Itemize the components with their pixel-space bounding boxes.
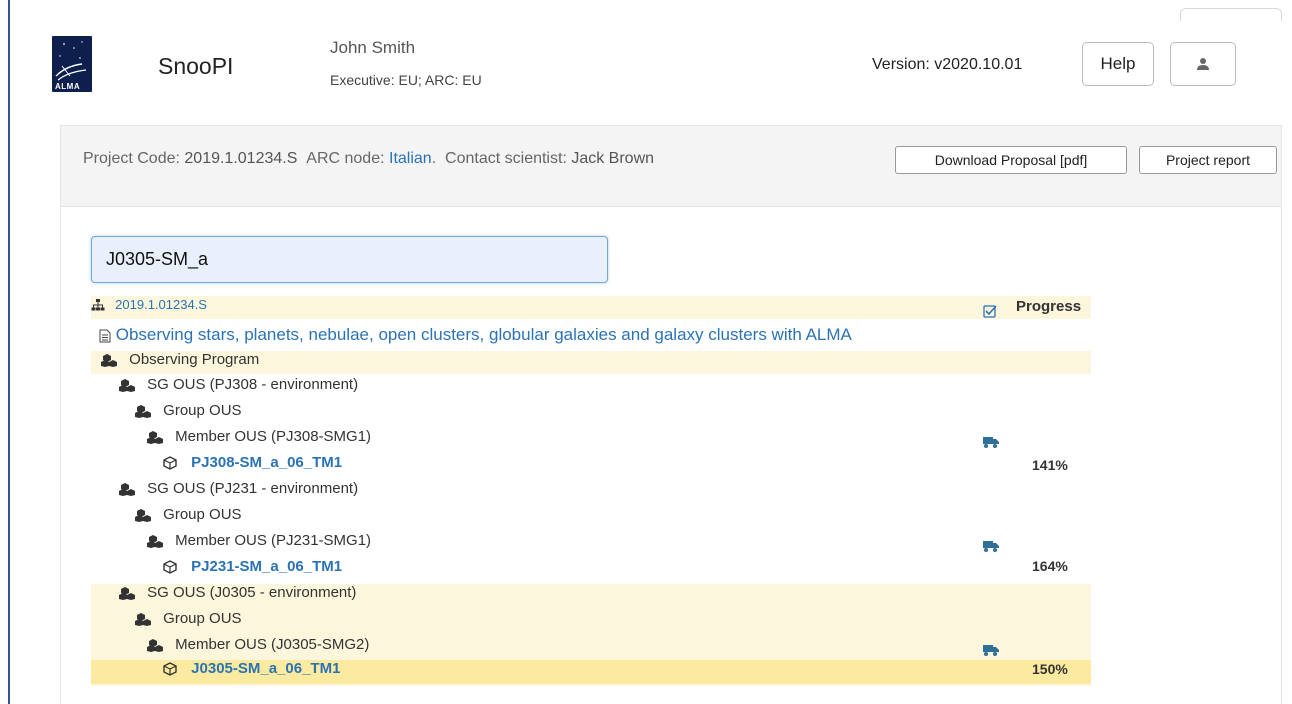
project-code-link[interactable]: 2019.1.01234.S	[115, 297, 207, 312]
cube-icon	[163, 662, 177, 676]
sg-ous-label: SG OUS (PJ231 - environment)	[147, 480, 359, 497]
member-ous-label: Member OUS (J0305-SMG2)	[175, 636, 370, 653]
help-button[interactable]: Help	[1082, 42, 1154, 86]
progress-value: 150%	[1032, 661, 1068, 677]
truck-icon	[983, 437, 999, 448]
tree-row-member-ous[interactable]: Member OUS (J0305-SMG2)	[147, 636, 369, 659]
document-icon	[99, 329, 111, 343]
tree-row-scheduling-block: PJ308-SM_a_06_TM1	[163, 454, 342, 477]
arc-node-label: ARC node:	[306, 150, 385, 167]
app-title: SnooPI	[158, 53, 234, 79]
progress-header: Progress	[1016, 298, 1082, 315]
sg-ous-label: SG OUS (J0305 - environment)	[147, 584, 357, 601]
cubes-icon	[135, 405, 151, 419]
project-code-label: Project Code:	[83, 150, 180, 167]
project-info-bar: Project Code: 2019.1.01234.S ARC node: I…	[60, 125, 1282, 207]
tree-row-sg-ous[interactable]: SG OUS (PJ231 - environment)	[119, 480, 358, 503]
alma-logo[interactable]: ALMA	[52, 36, 92, 92]
group-ous-label: Group OUS	[163, 506, 242, 523]
cubes-icon	[119, 483, 135, 497]
tree-row-sg-ous[interactable]: SG OUS (PJ308 - environment)	[119, 376, 358, 399]
user-menu-button[interactable]	[1170, 42, 1236, 86]
cubes-icon	[135, 613, 151, 627]
app-header: ALMA SnooPI John Smith Executive: EU; AR…	[38, 22, 1292, 108]
project-report-button[interactable]: Project report	[1139, 146, 1277, 174]
progress-value: 141%	[1032, 457, 1068, 473]
checkbox-checked-icon	[983, 305, 997, 318]
contact-scientist-value: Jack Brown	[571, 150, 655, 167]
truck-icon	[983, 541, 999, 552]
left-border-line	[8, 0, 10, 704]
member-ous-label: Member OUS (PJ308-SMG1)	[175, 428, 372, 445]
user-icon	[1197, 58, 1209, 70]
proposal-title-link[interactable]: Observing stars, planets, nebulae, open …	[116, 325, 852, 344]
tree-row-scheduling-block-selected[interactable]: J0305-SM_a_06_TM1	[91, 660, 1091, 684]
cubes-icon	[119, 379, 135, 393]
cubes-icon	[147, 639, 163, 653]
group-ous-label: Group OUS	[163, 610, 242, 627]
project-info-text: Project Code: 2019.1.01234.S ARC node: I…	[83, 150, 655, 167]
tree-row-sg-ous[interactable]: SG OUS (J0305 - environment)	[119, 584, 356, 607]
contact-scientist-label: Contact scientist:	[445, 150, 567, 167]
observing-program-label: Observing Program	[129, 351, 260, 368]
cubes-icon	[147, 535, 163, 549]
truck-icon	[983, 645, 999, 656]
tree-row-root: 2019.1.01234.S	[91, 296, 1091, 319]
cubes-icon	[119, 587, 135, 601]
tree-row-title: Observing stars, planets, nebulae, open …	[99, 325, 852, 348]
tree-row-group-ous[interactable]: Group OUS	[135, 610, 242, 633]
tree-row-member-ous[interactable]: Member OUS (PJ231-SMG1)	[147, 532, 371, 555]
project-code-value: 2019.1.01234.S	[184, 150, 298, 167]
cubes-icon	[101, 354, 117, 368]
download-proposal-button[interactable]: Download Proposal [pdf]	[895, 146, 1127, 174]
search-input[interactable]	[91, 236, 608, 283]
member-ous-label: Member OUS (PJ231-SMG1)	[175, 532, 372, 549]
cube-icon	[163, 456, 177, 470]
arc-node-link[interactable]: Italian	[389, 150, 432, 167]
scheduling-block-link[interactable]: J0305-SM_a_06_TM1	[191, 660, 340, 677]
cubes-icon	[147, 431, 163, 445]
top-right-tab[interactable]	[1180, 8, 1282, 21]
user-role: Executive: EU; ARC: EU	[330, 72, 482, 88]
cube-icon	[163, 560, 177, 574]
scheduling-block-link[interactable]: PJ231-SM_a_06_TM1	[191, 558, 342, 575]
scheduling-block-link[interactable]: PJ308-SM_a_06_TM1	[191, 454, 342, 471]
logo-text: ALMA	[55, 82, 81, 91]
version-label: Version: v2020.10.01	[872, 56, 1023, 73]
tree-row-group-ous[interactable]: Group OUS	[135, 506, 242, 529]
group-ous-label: Group OUS	[163, 402, 242, 419]
progress-value: 164%	[1032, 558, 1068, 574]
tree-row-observing-program[interactable]: Observing Program	[91, 351, 1091, 374]
sitemap-icon	[91, 299, 105, 311]
tree-row-member-ous[interactable]: Member OUS (PJ308-SMG1)	[147, 428, 371, 451]
user-name: John Smith	[330, 38, 416, 57]
tree-row-scheduling-block: PJ231-SM_a_06_TM1	[163, 558, 342, 581]
cubes-icon	[135, 509, 151, 523]
tree-row-group-ous[interactable]: Group OUS	[135, 402, 242, 425]
sg-ous-label: SG OUS (PJ308 - environment)	[147, 376, 359, 393]
